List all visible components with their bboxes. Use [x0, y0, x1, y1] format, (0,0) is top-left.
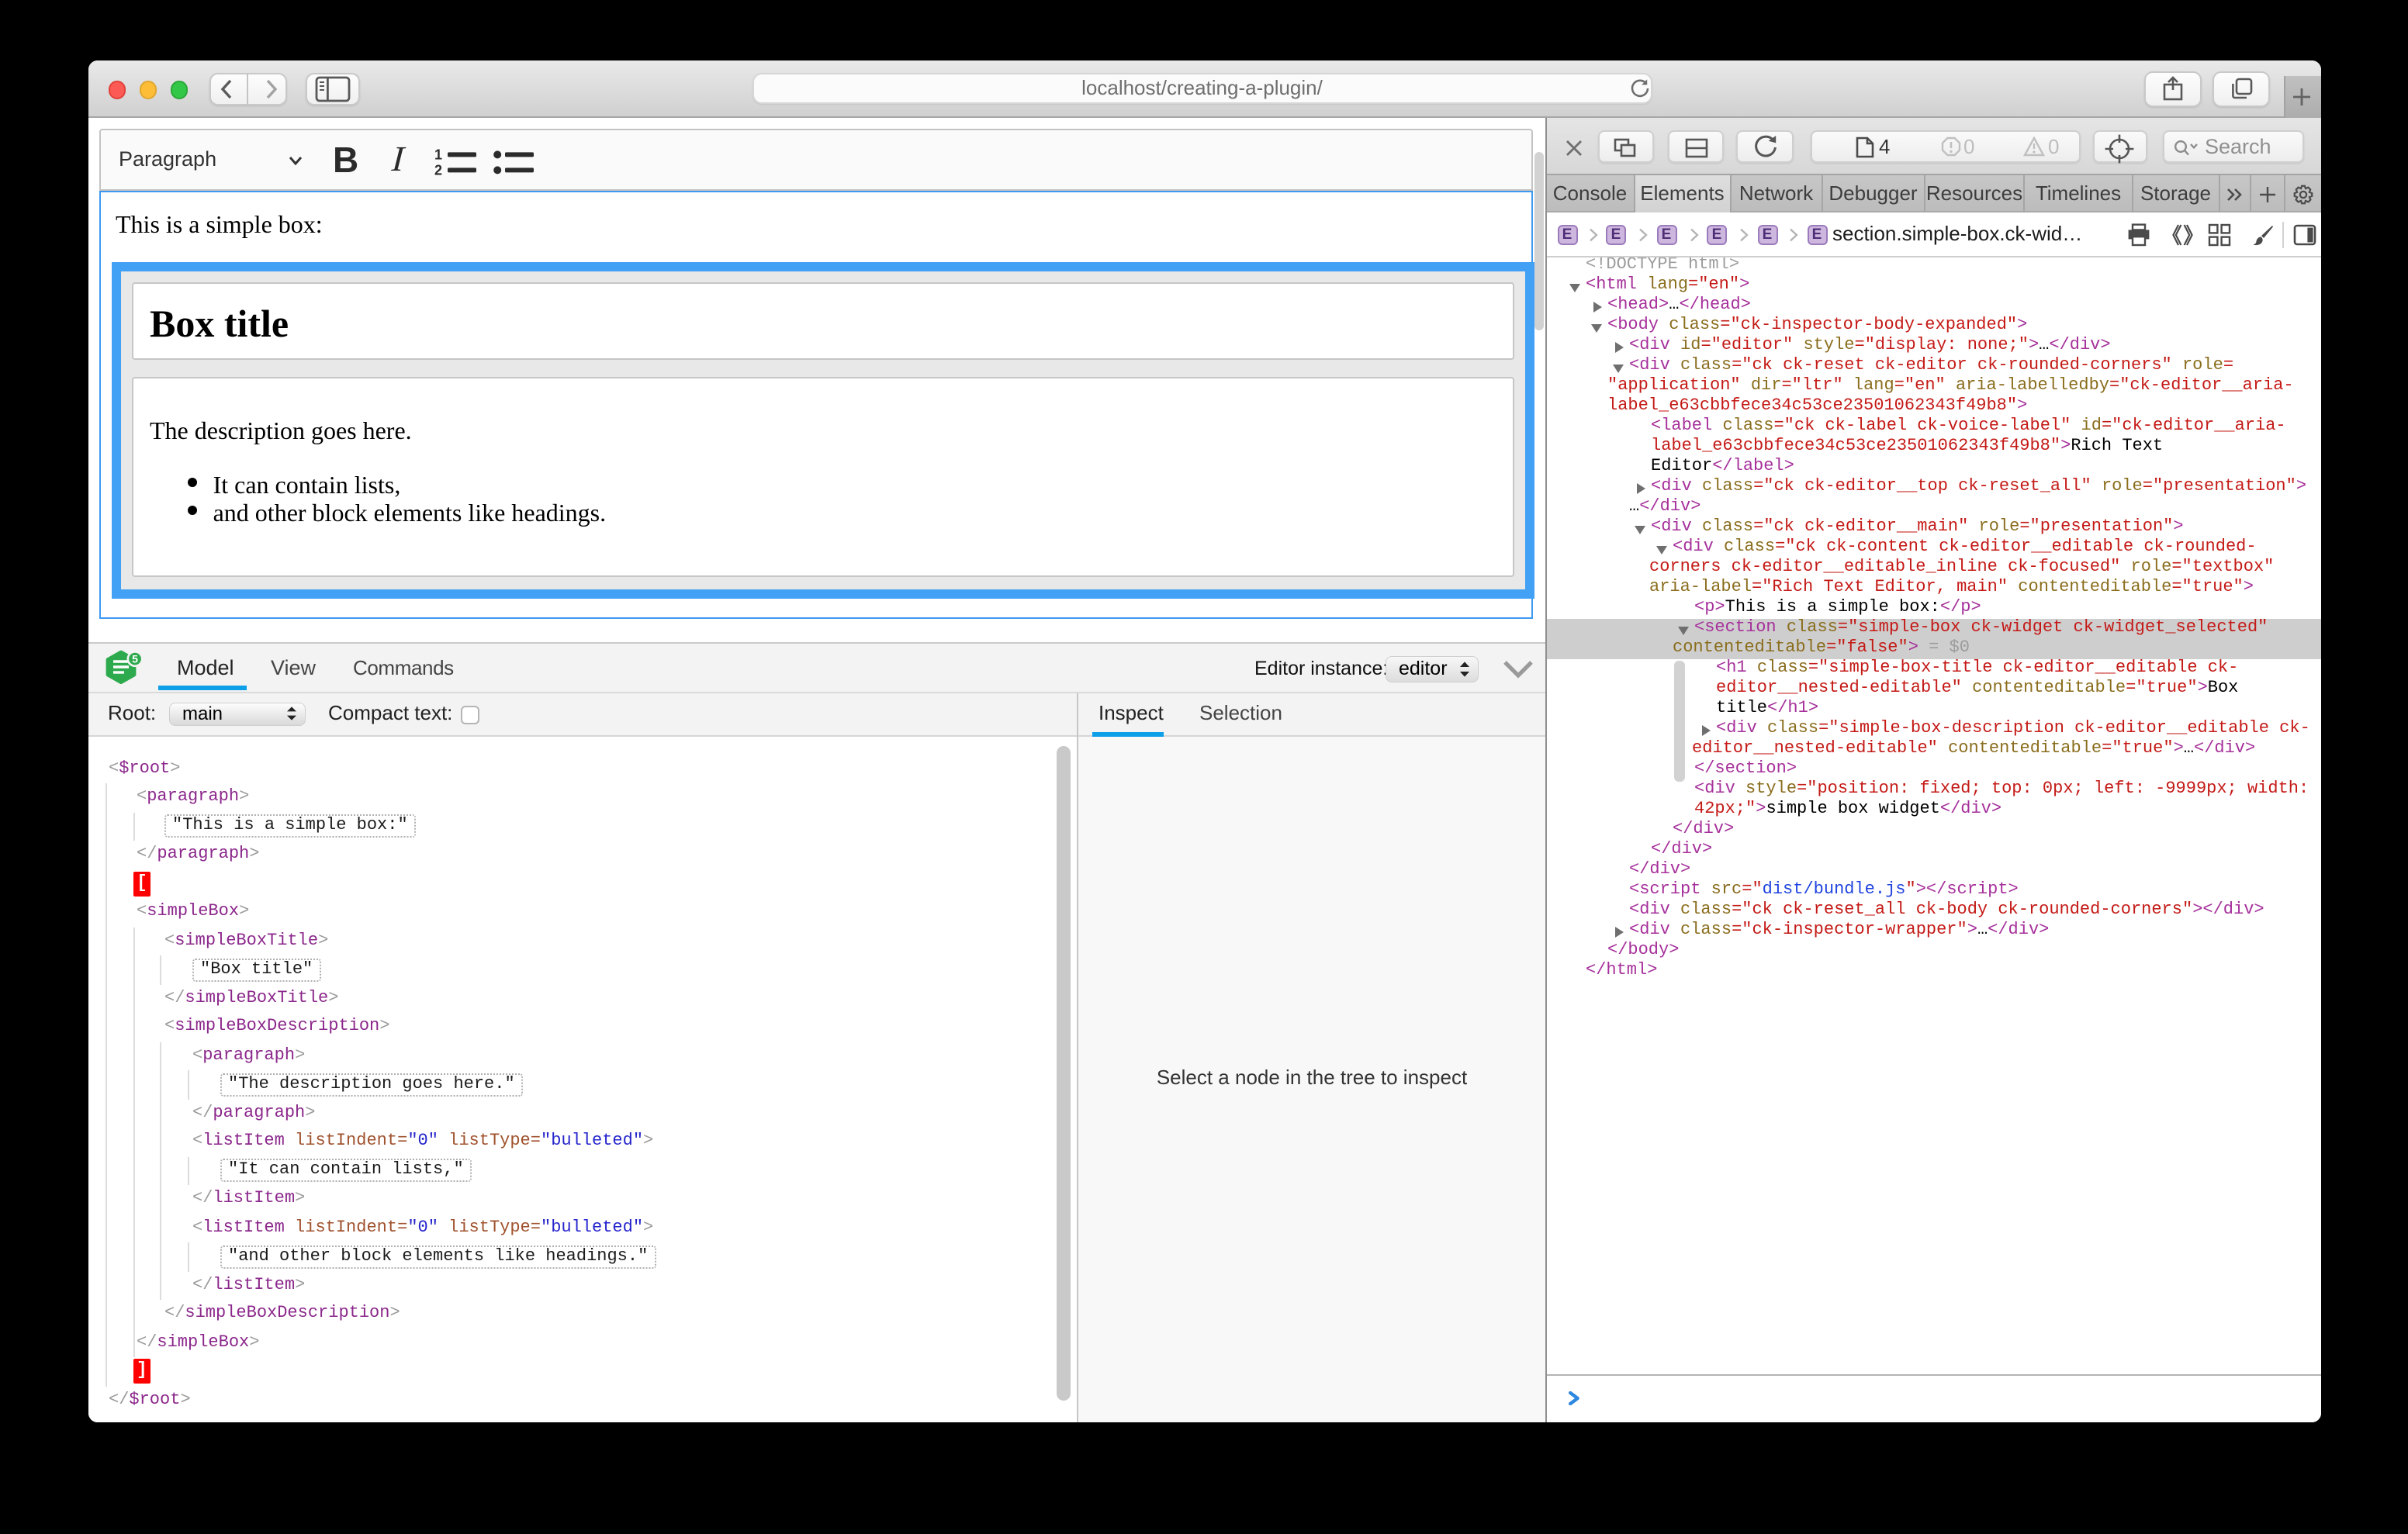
svg-text:1: 1	[434, 147, 441, 163]
svg-text:5: 5	[131, 653, 137, 665]
svg-text:2: 2	[434, 163, 441, 175]
